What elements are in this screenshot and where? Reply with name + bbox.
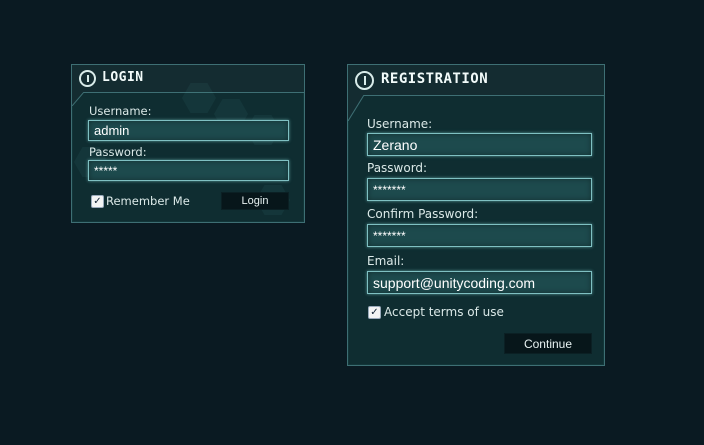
remember-me-checkbox[interactable]: ✓ bbox=[91, 195, 104, 208]
reg-confirm-password-input[interactable]: ******* bbox=[367, 224, 592, 247]
power-icon bbox=[355, 71, 374, 90]
power-icon bbox=[79, 70, 96, 87]
continue-button[interactable]: Continue bbox=[504, 333, 592, 354]
login-password-input[interactable]: ***** bbox=[88, 160, 289, 181]
remember-me-label[interactable]: Remember Me bbox=[106, 194, 190, 208]
reg-email-input[interactable]: support@unitycoding.com bbox=[367, 271, 592, 294]
corner-accent bbox=[72, 92, 84, 106]
login-panel: LOGIN Username: admin Password: ***** ✓ … bbox=[71, 64, 305, 223]
reg-username-label: Username: bbox=[367, 117, 433, 131]
login-button[interactable]: Login bbox=[221, 192, 289, 210]
reg-confirm-password-label: Confirm Password: bbox=[367, 207, 479, 221]
reg-password-input[interactable]: ******* bbox=[367, 178, 592, 201]
registration-panel: REGISTRATION Username: Zerano Password: … bbox=[347, 64, 605, 366]
corner-accent bbox=[348, 95, 364, 121]
reg-email-label: Email: bbox=[367, 254, 405, 268]
reg-username-input[interactable]: Zerano bbox=[367, 133, 592, 156]
login-password-label: Password: bbox=[89, 145, 147, 159]
login-title: LOGIN bbox=[102, 70, 144, 85]
login-username-label: Username: bbox=[89, 104, 152, 118]
reg-password-label: Password: bbox=[367, 161, 428, 175]
registration-title: REGISTRATION bbox=[381, 71, 489, 87]
accept-terms-checkbox[interactable]: ✓ bbox=[368, 306, 381, 319]
accept-terms-label[interactable]: Accept terms of use bbox=[384, 305, 504, 319]
registration-header: REGISTRATION bbox=[348, 65, 604, 96]
login-username-input[interactable]: admin bbox=[88, 120, 289, 141]
